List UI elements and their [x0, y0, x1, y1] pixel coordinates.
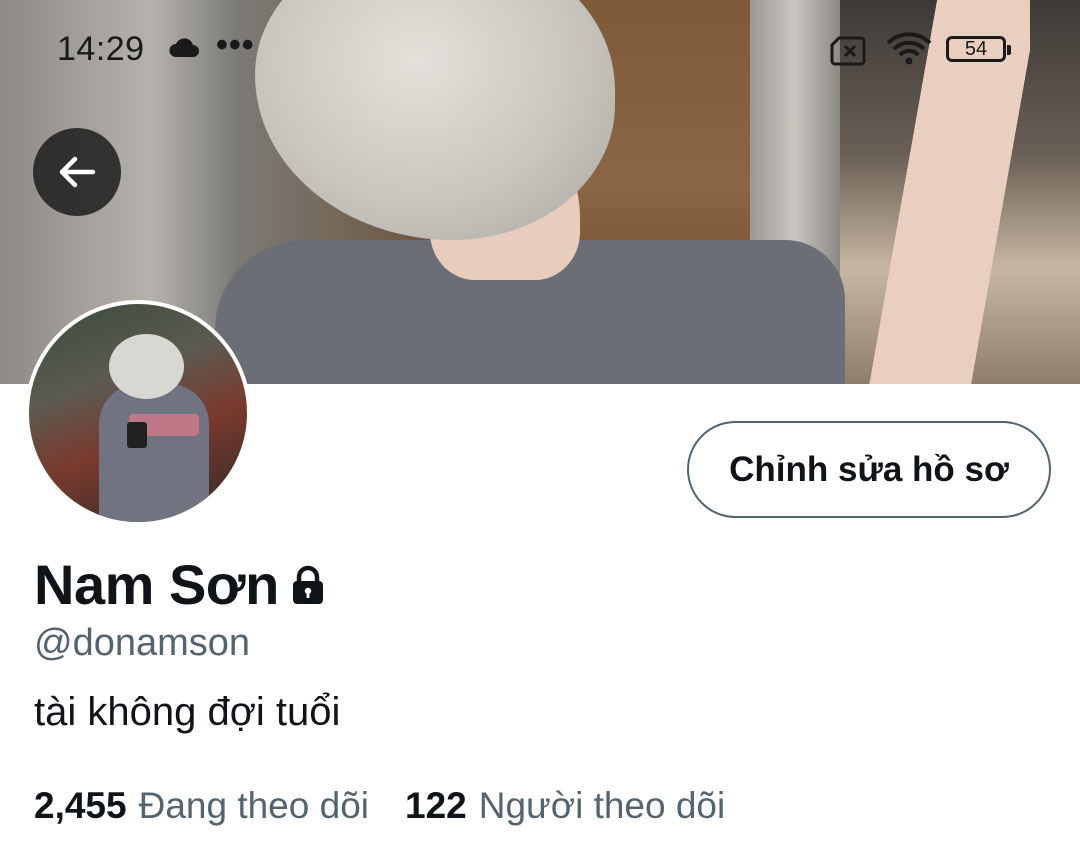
following-label: Đang theo dõi — [138, 785, 369, 826]
display-name: Nam Sơn — [34, 553, 279, 616]
back-button[interactable] — [33, 128, 121, 216]
more-dots-icon: ••• — [216, 26, 255, 64]
battery-indicator: 54 — [946, 36, 1011, 62]
followers-count: 122 — [405, 785, 467, 826]
status-time: 14:29 — [57, 30, 145, 68]
avatar-phone — [127, 422, 147, 448]
name-row: Nam Sơn — [34, 552, 329, 617]
followers-label: Người theo dõi — [478, 785, 726, 826]
user-handle: @donamson — [34, 622, 251, 664]
wifi-icon — [886, 32, 932, 71]
avatar-head — [109, 334, 184, 399]
edit-profile-button[interactable]: Chỉnh sửa hồ sơ — [687, 421, 1051, 518]
avatar-body — [99, 384, 209, 522]
following-count: 2,455 — [34, 785, 127, 826]
follow-stats: 2,455 Đang theo dõi 122 Người theo dõi — [34, 785, 761, 827]
cloud-icon — [168, 36, 200, 63]
avatar[interactable] — [25, 300, 251, 526]
followers-stat[interactable]: 122 Người theo dõi — [405, 785, 725, 827]
status-bar: 14:29 ••• 54 — [0, 0, 1080, 100]
lock-icon — [287, 564, 329, 611]
following-stat[interactable]: 2,455 Đang theo dõi — [34, 785, 369, 827]
no-sim-icon — [830, 36, 870, 71]
user-bio: tài không đợi tuổi — [34, 690, 341, 734]
arrow-left-icon — [59, 156, 96, 188]
